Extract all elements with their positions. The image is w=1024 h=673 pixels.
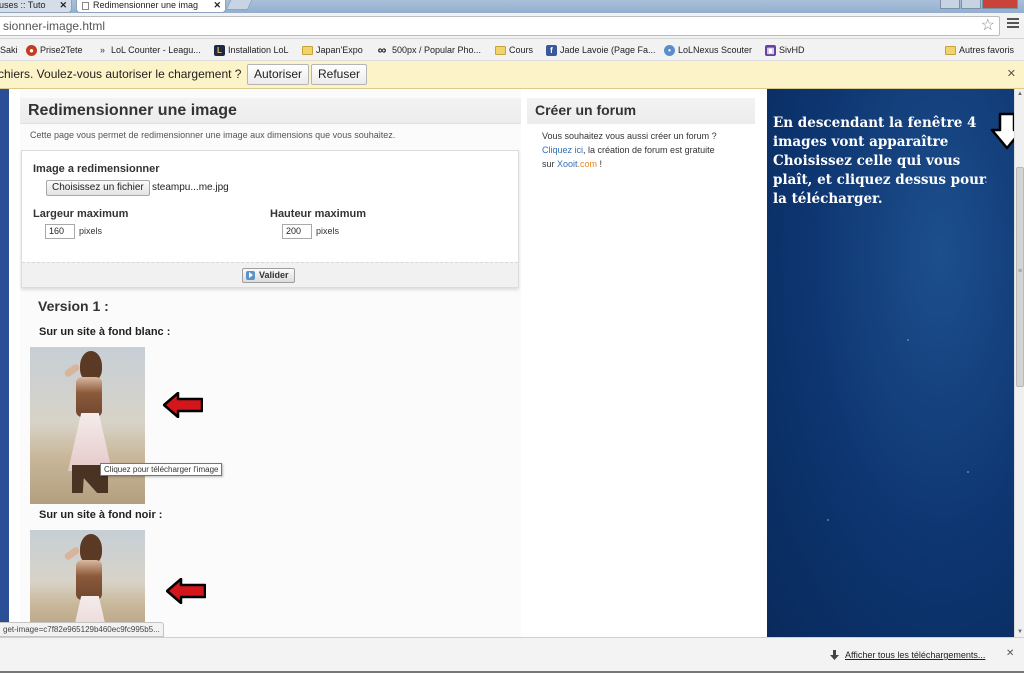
max-width-label: Largeur maximum	[33, 208, 129, 220]
max-height-label: Hauteur maximum	[270, 208, 366, 220]
max-height-input[interactable]: 200	[282, 224, 312, 239]
address-text: sionner-image.html	[3, 19, 106, 33]
bookmark-prise2tete[interactable]: ● Prise2Tete	[26, 43, 83, 57]
arrow-icon: »	[99, 44, 105, 55]
browser-toolbar: sionner-image.html ☆	[0, 13, 1024, 39]
address-bar[interactable]: sionner-image.html	[0, 16, 1000, 36]
instruction-text: En descendant la fenêtre 4 images vont a…	[773, 115, 987, 207]
scroll-thumb[interactable]	[1016, 167, 1024, 387]
page-background-band	[0, 89, 9, 637]
tab-close-icon[interactable]: ✕	[59, 0, 67, 11]
sidebar-title: Créer un forum	[527, 98, 755, 124]
new-tab-button[interactable]	[225, 0, 253, 10]
resized-image-black[interactable]	[30, 530, 145, 637]
refuse-button[interactable]: Refuser	[311, 64, 368, 85]
status-url: get-image=c7f82e965129b460ec9fc995b5...	[0, 622, 164, 637]
bookmark-sivhd[interactable]: ▣ SivHD	[765, 43, 805, 57]
plugin-infobar: chiers. Voulez-vous autoriser le chargem…	[0, 61, 1024, 89]
bookmark-star-icon[interactable]: ☆	[981, 17, 995, 35]
folder-icon	[302, 45, 313, 55]
download-tooltip: Cliquez pour télécharger l'image	[100, 463, 223, 476]
page-viewport: Redimensionner une image Cette page vous…	[0, 89, 1014, 637]
resize-form: Image a redimensionner Choisissez un fic…	[21, 150, 519, 288]
bookmark-lolnexus[interactable]: • LoLNexus Scouter	[664, 43, 752, 57]
minimize-button[interactable]	[940, 0, 960, 9]
page-icon	[82, 2, 89, 10]
resized-image-white[interactable]	[30, 347, 145, 504]
choose-file-button[interactable]: Choisissez un fichier	[46, 180, 150, 196]
form-footer: Valider	[22, 262, 518, 287]
bookmark-500px[interactable]: ∞ 500px / Popular Pho...	[375, 43, 481, 57]
infobar-message: chiers. Voulez-vous autoriser le chargem…	[0, 67, 242, 81]
height-unit: pixels	[316, 226, 340, 236]
tab-label: Redimensionner une imag	[93, 0, 199, 10]
scroll-down-icon[interactable]: ▼	[1015, 627, 1024, 637]
maximize-button[interactable]	[961, 0, 981, 9]
version-title: Version 1 :	[38, 298, 109, 314]
allow-button[interactable]: Autoriser	[247, 64, 310, 85]
bookmark-other-favorites[interactable]: Autres favoris	[945, 43, 1014, 57]
white-background-title: Sur un site à fond blanc :	[39, 326, 171, 338]
red-arrow-icon	[163, 392, 203, 418]
width-unit: pixels	[79, 226, 103, 236]
tab-strip: uses :: Tuto ✕ Redimensionner une imag ✕	[0, 0, 1024, 13]
folder-icon	[495, 45, 506, 55]
submit-button[interactable]: Valider	[242, 268, 295, 283]
download-icon	[830, 650, 839, 660]
scroll-up-icon[interactable]: ▲	[1015, 89, 1024, 99]
xooit-link[interactable]: Xooit	[557, 159, 578, 169]
submit-label: Valider	[259, 270, 289, 280]
bookmark-jade-lavoie[interactable]: f Jade Lavoie (Page Fa...	[546, 43, 656, 57]
show-all-downloads-link[interactable]: Afficher tous les téléchargements...	[845, 650, 985, 660]
create-forum-link[interactable]: Cliquez ici	[542, 145, 583, 155]
bookmark-installation-lol[interactable]: L Installation LoL	[214, 43, 289, 57]
bookmark-lol-counter[interactable]: » LoL Counter - Leagu...	[97, 43, 201, 57]
infinity-icon: ∞	[377, 42, 387, 57]
window-controls	[940, 0, 1018, 9]
forum-sidebar: Créer un forum Vous souhaitez vous aussi…	[527, 98, 755, 398]
downloads-close-icon[interactable]: ✕	[1006, 648, 1014, 659]
twitch-icon: ▣	[765, 44, 776, 56]
tab-close-icon[interactable]: ✕	[213, 0, 221, 11]
black-background-title: Sur un site à fond noir :	[39, 509, 163, 521]
image-label: Image a redimensionner	[33, 163, 160, 175]
facebook-icon: f	[546, 44, 557, 56]
red-circle-icon: ●	[26, 44, 37, 56]
bookmark-cours[interactable]: Cours	[495, 43, 533, 57]
page-description: Cette page vous permet de redimensionner…	[30, 130, 396, 140]
tab-redimensionner[interactable]: Redimensionner une imag ✕	[76, 0, 226, 13]
window-close-button[interactable]	[982, 0, 1018, 9]
red-arrow-icon	[166, 578, 206, 604]
sidebar-text: Vous souhaitez vous aussi créer un forum…	[542, 131, 717, 169]
tab-label: uses :: Tuto	[0, 0, 46, 10]
main-content: Redimensionner une image Cette page vous…	[20, 89, 521, 637]
bookmark-japan-expo[interactable]: Japan'Expo	[302, 43, 363, 57]
lolnexus-icon: •	[664, 44, 675, 56]
page-scrollbar[interactable]: ▲ ▼	[1014, 89, 1024, 637]
play-icon	[246, 271, 255, 280]
bookmark-saki[interactable]: Saki	[0, 43, 18, 57]
bookmarks-bar: Saki ● Prise2Tete » LoL Counter - Leagu.…	[0, 39, 1024, 61]
down-arrow-icon	[990, 112, 1014, 150]
lol-icon: L	[214, 44, 225, 56]
folder-icon	[945, 45, 956, 55]
downloads-bar: Afficher tous les téléchargements... ✕	[0, 637, 1024, 673]
infobar-close-icon[interactable]: ✕	[1007, 61, 1016, 88]
instruction-overlay-panel: En descendant la fenêtre 4 images vont a…	[767, 89, 1014, 637]
selected-file-name: steampu...me.jpg	[152, 182, 229, 193]
tab-tuto[interactable]: uses :: Tuto ✕	[0, 0, 72, 13]
page-title: Redimensionner une image	[20, 98, 521, 124]
menu-icon[interactable]	[1007, 18, 1019, 32]
max-width-input[interactable]: 160	[45, 224, 75, 239]
